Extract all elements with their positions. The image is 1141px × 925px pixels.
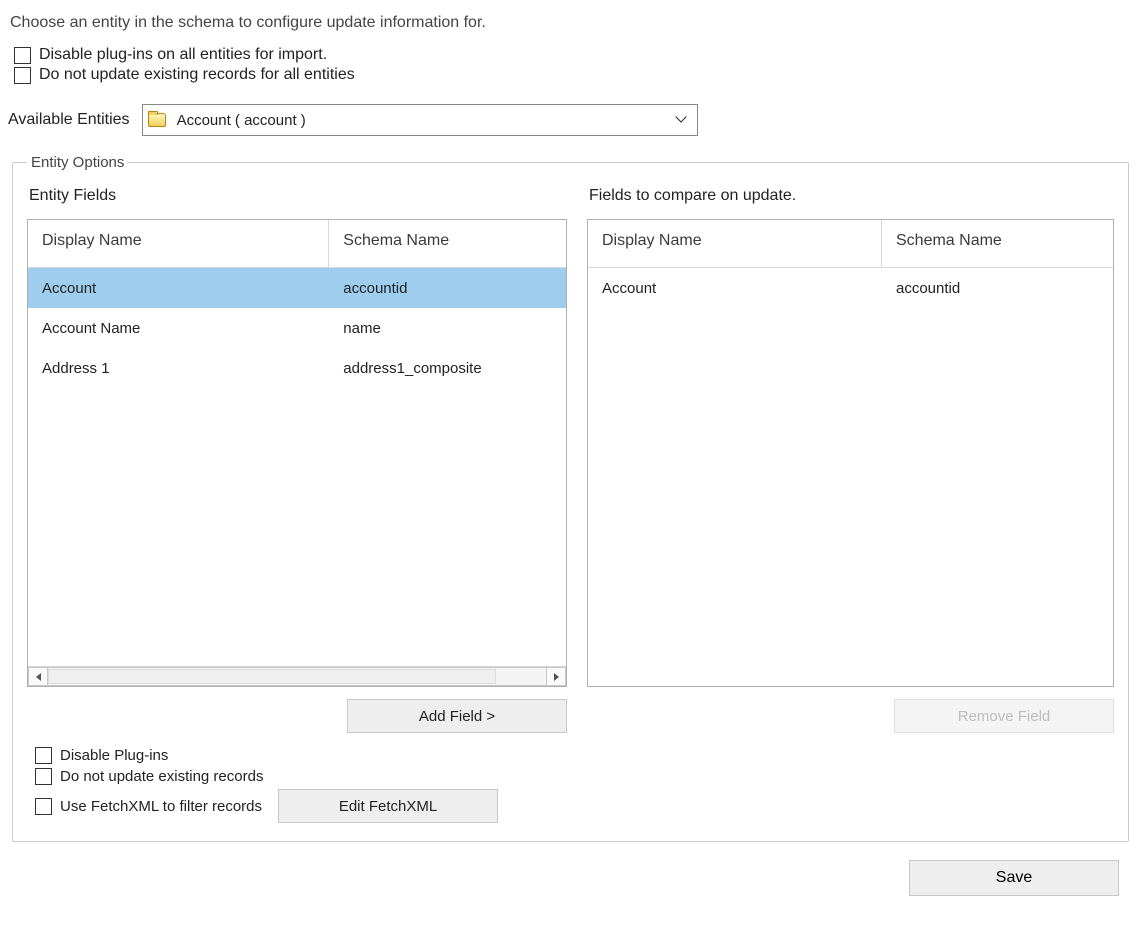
cell-schema-name: accountid	[329, 280, 566, 297]
compare-fields-grid[interactable]: Display Name Schema Name Accountaccounti…	[587, 219, 1114, 687]
checkbox-use-fetchxml[interactable]: Use FetchXML to filter records	[35, 798, 262, 815]
checkbox-label: Disable plug-ins on all entities for imp…	[39, 46, 327, 64]
save-button[interactable]: Save	[909, 860, 1119, 896]
checkbox-icon	[35, 747, 52, 764]
cell-schema-name: address1_composite	[329, 360, 566, 377]
table-row[interactable]: Accountaccountid	[588, 268, 1113, 308]
table-row[interactable]: Accountaccountid	[28, 268, 566, 308]
table-row[interactable]: Account Namename	[28, 308, 566, 348]
compare-fields-title: Fields to compare on update.	[589, 187, 1114, 205]
column-schema-name[interactable]: Schema Name	[882, 220, 1113, 268]
scroll-thumb[interactable]	[48, 669, 496, 684]
cell-display-name: Account Name	[28, 320, 329, 337]
entity-fields-grid[interactable]: Display Name Schema Name Accountaccounti…	[27, 219, 567, 687]
available-entities-label: Available Entities	[8, 111, 130, 129]
checkbox-label: Disable Plug-ins	[60, 747, 168, 764]
checkbox-do-not-update-all[interactable]: Do not update existing records for all e…	[14, 66, 1133, 84]
horizontal-scrollbar[interactable]	[28, 666, 566, 686]
scroll-left-icon[interactable]	[28, 667, 48, 686]
cell-schema-name: name	[329, 320, 566, 337]
group-legend: Entity Options	[27, 154, 128, 171]
checkbox-icon	[14, 47, 31, 64]
intro-text: Choose an entity in the schema to config…	[10, 14, 1133, 32]
checkbox-do-not-update-entity[interactable]: Do not update existing records	[35, 768, 1114, 785]
column-display-name[interactable]: Display Name	[588, 220, 882, 268]
entity-options-group: Entity Options Entity Fields Display Nam…	[12, 154, 1129, 842]
table-row[interactable]: Address 1address1_composite	[28, 348, 566, 388]
checkbox-label: Do not update existing records	[60, 768, 263, 785]
checkbox-disable-plugins-all[interactable]: Disable plug-ins on all entities for imp…	[14, 46, 1133, 64]
checkbox-label: Use FetchXML to filter records	[60, 798, 262, 815]
remove-field-button[interactable]: Remove Field	[894, 699, 1114, 733]
checkbox-icon	[35, 768, 52, 785]
cell-display-name: Address 1	[28, 360, 329, 377]
grid-header: Display Name Schema Name	[588, 220, 1113, 268]
checkbox-icon	[14, 67, 31, 84]
column-schema-name[interactable]: Schema Name	[329, 220, 566, 268]
checkbox-label: Do not update existing records for all e…	[39, 66, 355, 84]
cell-schema-name: accountid	[882, 280, 1113, 297]
entity-fields-panel: Entity Fields Display Name Schema Name A…	[27, 181, 567, 733]
cell-display-name: Account	[28, 280, 329, 297]
compare-fields-panel: Fields to compare on update. Display Nam…	[587, 181, 1114, 733]
grid-header: Display Name Schema Name	[28, 220, 566, 268]
entity-fields-title: Entity Fields	[29, 187, 567, 205]
checkbox-icon	[35, 798, 52, 815]
checkbox-disable-plugins-entity[interactable]: Disable Plug-ins	[35, 747, 1114, 764]
scroll-track[interactable]	[48, 667, 546, 686]
cell-display-name: Account	[588, 280, 882, 297]
chevron-down-icon	[665, 112, 697, 129]
combobox-value: Account ( account )	[171, 112, 665, 129]
edit-fetchxml-button[interactable]: Edit FetchXML	[278, 789, 498, 823]
folder-icon	[143, 105, 171, 135]
available-entities-combobox[interactable]: Account ( account )	[142, 104, 698, 136]
column-display-name[interactable]: Display Name	[28, 220, 329, 268]
add-field-button[interactable]: Add Field >	[347, 699, 567, 733]
scroll-right-icon[interactable]	[546, 667, 566, 686]
